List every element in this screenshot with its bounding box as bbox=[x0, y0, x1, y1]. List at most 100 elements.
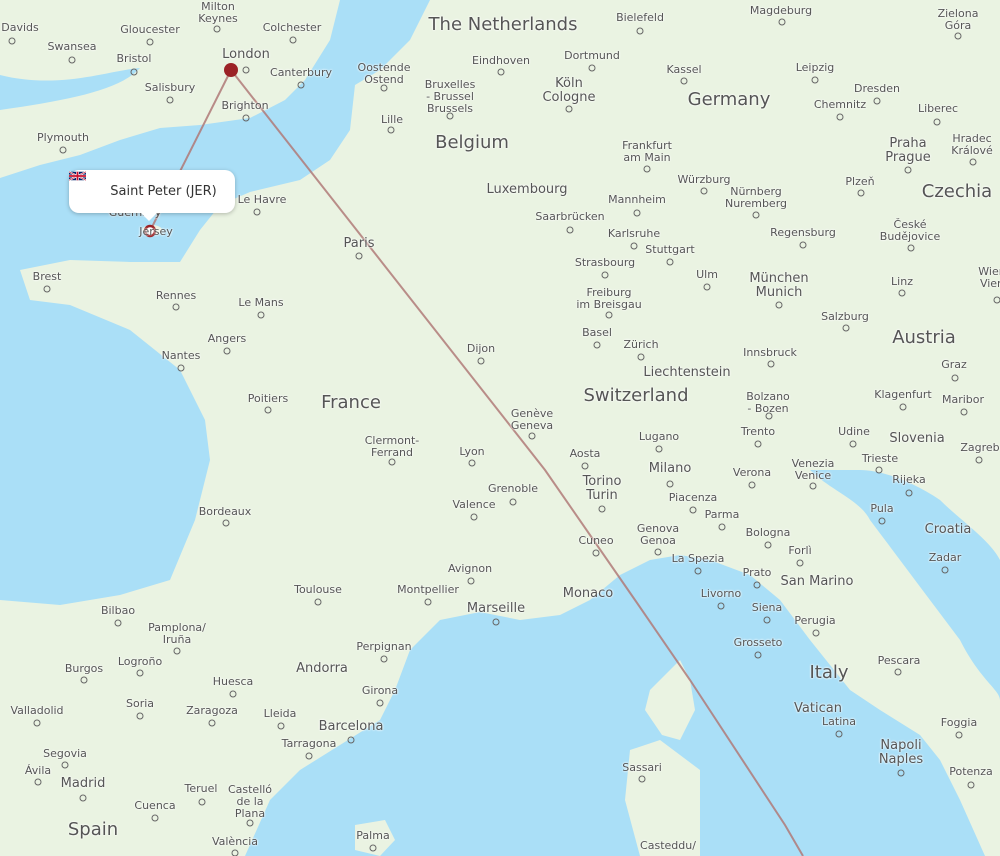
city-label: Saarbrücken bbox=[535, 210, 605, 223]
city-label: Zagreb bbox=[960, 441, 1000, 454]
city-dot-icon bbox=[873, 97, 881, 105]
city-dot-icon bbox=[213, 25, 221, 33]
city-dot-icon bbox=[752, 211, 760, 219]
city-label: Zielona Góra bbox=[937, 7, 979, 32]
city-dot-icon bbox=[643, 165, 651, 173]
city-label: Graz bbox=[941, 358, 967, 371]
city-label: Wien Vien bbox=[978, 265, 1000, 290]
city-label: Jersey bbox=[139, 225, 173, 238]
city-dot-icon bbox=[836, 113, 844, 121]
city-label: Swansea bbox=[47, 40, 97, 53]
city-dot-icon bbox=[655, 445, 663, 453]
city-dot-icon bbox=[601, 271, 609, 279]
city-dot-icon bbox=[799, 241, 807, 249]
city-label: Soria bbox=[125, 697, 155, 710]
city-label: Cuneo bbox=[578, 534, 614, 547]
city-label: Brighton bbox=[221, 99, 269, 112]
city-dot-icon bbox=[933, 118, 941, 126]
city-label: Dresden bbox=[854, 82, 900, 95]
city-dot-icon bbox=[633, 209, 641, 217]
city-label: Lleida bbox=[263, 707, 297, 720]
city-label: Avignon bbox=[447, 562, 493, 575]
city-dot-icon bbox=[748, 481, 756, 489]
city-label: Tarragona bbox=[281, 737, 337, 750]
city-label: Kassel bbox=[666, 63, 702, 76]
city-label: Torino Turin bbox=[582, 474, 622, 503]
city-label: Forlì bbox=[788, 544, 812, 557]
country-label: Czechia bbox=[921, 181, 993, 202]
city-label: Foggia bbox=[940, 716, 978, 729]
city-dot-icon bbox=[387, 126, 395, 134]
city-label: Magdeburg bbox=[749, 4, 813, 17]
city-dot-icon bbox=[61, 761, 69, 769]
city-label: Canterbury bbox=[270, 66, 332, 79]
city-dot-icon bbox=[894, 668, 902, 676]
city-dot-icon bbox=[875, 466, 883, 474]
city-dot-icon bbox=[849, 440, 857, 448]
city-dot-icon bbox=[68, 56, 76, 64]
city-dot-icon bbox=[528, 432, 536, 440]
city-dot-icon bbox=[114, 619, 122, 627]
city-label: La Spezia bbox=[671, 552, 725, 565]
city-dot-icon bbox=[700, 187, 708, 195]
country-label: Germany bbox=[687, 89, 771, 110]
city-dot-icon bbox=[689, 506, 697, 514]
city-dot-icon bbox=[605, 311, 613, 319]
city-label: Bologna bbox=[745, 526, 791, 539]
airport-popup[interactable]: Saint Peter (JER) bbox=[69, 170, 235, 221]
city-label: Aosta bbox=[569, 447, 601, 460]
city-dot-icon bbox=[598, 505, 606, 513]
city-dot-icon bbox=[960, 408, 968, 416]
city-label: Salzburg bbox=[821, 310, 869, 323]
city-dot-icon bbox=[136, 712, 144, 720]
city-dot-icon bbox=[497, 68, 505, 76]
city-dot-icon bbox=[565, 105, 573, 113]
city-dot-icon bbox=[492, 618, 500, 626]
city-label: Zaragoza bbox=[186, 704, 238, 717]
city-dot-icon bbox=[380, 84, 388, 92]
country-label: Vatican bbox=[794, 701, 842, 716]
city-label: Grosseto bbox=[733, 636, 783, 649]
city-dot-icon bbox=[347, 736, 355, 744]
city-dot-icon bbox=[257, 311, 265, 319]
city-label: Bruxelles - Brussel Brussels bbox=[424, 78, 476, 115]
city-label: Marseille bbox=[466, 601, 526, 616]
country-label: Monaco bbox=[562, 586, 614, 601]
map-canvas[interactable]: The Netherlands Belgium Germany Czechia Fran… bbox=[0, 0, 1000, 856]
city-dot-icon bbox=[289, 36, 297, 44]
city-dot-icon bbox=[80, 676, 88, 684]
city-dot-icon bbox=[907, 244, 915, 252]
city-dot-icon bbox=[812, 629, 820, 637]
city-label: Dijon bbox=[466, 342, 496, 355]
city-dot-icon bbox=[592, 549, 600, 557]
city-dot-icon bbox=[905, 489, 913, 497]
city-label: Segovia bbox=[43, 747, 87, 760]
country-label: Liechtenstein bbox=[643, 365, 731, 380]
city-dot-icon bbox=[355, 252, 363, 260]
country-label: Slovenia bbox=[889, 431, 945, 446]
city-label: Colchester bbox=[262, 21, 322, 34]
city-dot-icon bbox=[899, 403, 907, 411]
city-dot-icon bbox=[146, 38, 154, 46]
city-label: Pamplona/ Iruña bbox=[148, 621, 206, 646]
city-label: Karlsruhe bbox=[607, 227, 661, 240]
city-label: Logroño bbox=[117, 655, 163, 668]
city-label: Gloucester bbox=[120, 23, 180, 36]
city-label: Lille bbox=[380, 113, 404, 126]
city-label: Paris bbox=[343, 236, 375, 251]
city-dot-icon bbox=[231, 849, 239, 856]
city-dot-icon bbox=[33, 719, 41, 727]
city-label: Grenoble bbox=[487, 482, 539, 495]
city-dot-icon bbox=[166, 96, 174, 104]
city-label: Stuttgart bbox=[645, 243, 695, 256]
city-dot-icon bbox=[376, 699, 384, 707]
city-dot-icon bbox=[468, 459, 476, 467]
city-label: Piacenza bbox=[668, 491, 718, 504]
city-label: Parma bbox=[704, 508, 740, 521]
city-dot-icon bbox=[380, 655, 388, 663]
city-label: Pula bbox=[870, 502, 894, 515]
city-dot-icon bbox=[666, 258, 674, 266]
city-label: Valence bbox=[452, 498, 496, 511]
city-dot-icon bbox=[446, 112, 454, 120]
country-label: Italy bbox=[809, 662, 849, 683]
